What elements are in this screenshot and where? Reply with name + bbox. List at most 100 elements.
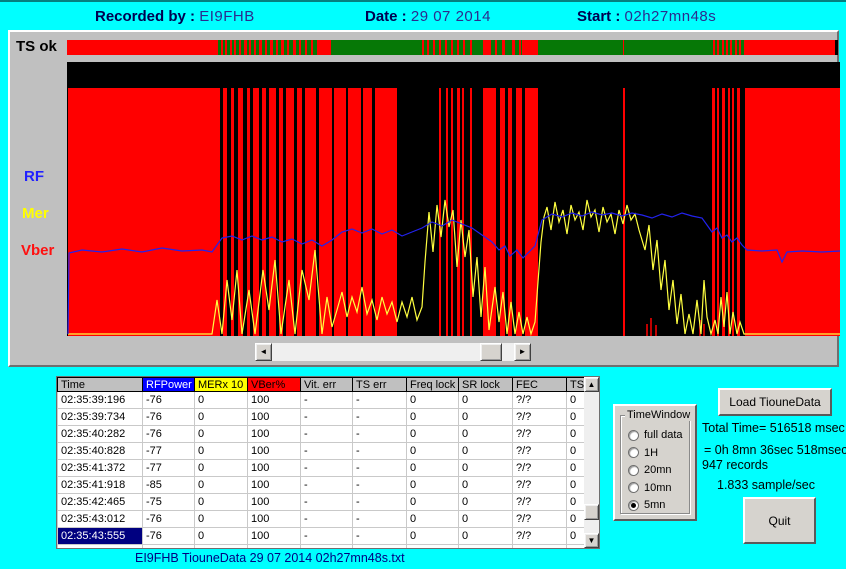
- column-header-sr-lock[interactable]: SR lock: [459, 378, 513, 392]
- table-cell[interactable]: 0: [407, 460, 459, 477]
- vertical-scroll-thumb[interactable]: [584, 504, 599, 520]
- table-cell[interactable]: 0: [407, 392, 459, 409]
- table-cell[interactable]: 0: [459, 409, 513, 426]
- table-cell[interactable]: -: [353, 443, 407, 460]
- table-cell[interactable]: 0: [407, 528, 459, 545]
- table-cell[interactable]: -85: [143, 477, 195, 494]
- table-cell[interactable]: -: [301, 477, 353, 494]
- table-cell[interactable]: -: [353, 511, 407, 528]
- table-cell[interactable]: -: [301, 460, 353, 477]
- table-cell[interactable]: -: [301, 392, 353, 409]
- table-cell[interactable]: -: [353, 494, 407, 511]
- radio-option-5mn[interactable]: 5mn: [628, 498, 665, 512]
- table-cell[interactable]: 0: [407, 426, 459, 443]
- table-cell[interactable]: -: [301, 409, 353, 426]
- table-cell[interactable]: 0: [459, 460, 513, 477]
- table-cell[interactable]: 0: [459, 443, 513, 460]
- radio-button-icon[interactable]: [628, 430, 639, 441]
- table-cell[interactable]: 0: [195, 511, 248, 528]
- table-cell[interactable]: -: [301, 528, 353, 545]
- table-cell[interactable]: -: [353, 477, 407, 494]
- table-cell[interactable]: 02:35:39:734: [58, 409, 143, 426]
- table-cell[interactable]: -76: [143, 511, 195, 528]
- table-cell[interactable]: -76: [143, 528, 195, 545]
- table-cell[interactable]: 0: [407, 511, 459, 528]
- table-cell[interactable]: 0: [459, 528, 513, 545]
- load-tiounedata-button[interactable]: Load TiouneData: [718, 388, 832, 416]
- table-cell[interactable]: -: [353, 460, 407, 477]
- column-header-rfpower[interactable]: RFPower: [143, 378, 195, 392]
- radio-button-icon[interactable]: [628, 447, 639, 458]
- table-cell[interactable]: -76: [143, 409, 195, 426]
- table-cell[interactable]: 02:35:43:555: [58, 528, 143, 545]
- column-header-vit-err[interactable]: Vit. err: [301, 378, 353, 392]
- table-cell[interactable]: 0: [407, 409, 459, 426]
- table-cell[interactable]: 02:35:39:196: [58, 392, 143, 409]
- quit-button[interactable]: Quit: [743, 497, 816, 544]
- table-cell[interactable]: 100: [248, 494, 301, 511]
- radio-option-1h[interactable]: 1H: [628, 446, 658, 460]
- scroll-down-button[interactable]: ▼: [584, 533, 599, 548]
- table-cell[interactable]: -: [353, 528, 407, 545]
- table-cell[interactable]: 0: [195, 392, 248, 409]
- table-cell[interactable]: 02:35:41:918: [58, 477, 143, 494]
- radio-option-full-data[interactable]: full data: [628, 428, 683, 442]
- table-cell[interactable]: -: [353, 409, 407, 426]
- radio-button-icon[interactable]: [628, 482, 639, 493]
- chart-horizontal-scrollbar[interactable]: ◄ ►: [255, 343, 531, 361]
- radio-button-icon[interactable]: [628, 500, 639, 511]
- table-cell[interactable]: -: [353, 426, 407, 443]
- column-header-fec[interactable]: FEC: [513, 378, 567, 392]
- table-cell[interactable]: 0: [195, 528, 248, 545]
- table-cell[interactable]: ?/?: [513, 443, 567, 460]
- table-cell[interactable]: 0: [195, 460, 248, 477]
- table-cell[interactable]: 02:35:42:465: [58, 494, 143, 511]
- table-cell[interactable]: ?/?: [513, 426, 567, 443]
- table-cell[interactable]: 100: [248, 477, 301, 494]
- radio-option-10mn[interactable]: 10mn: [628, 481, 672, 495]
- table-cell[interactable]: 100: [248, 511, 301, 528]
- table-cell[interactable]: -: [301, 494, 353, 511]
- column-header-merx-10[interactable]: MERx 10: [195, 378, 248, 392]
- table-cell[interactable]: 0: [459, 511, 513, 528]
- table-cell[interactable]: -77: [143, 443, 195, 460]
- radio-button-icon[interactable]: [628, 465, 639, 476]
- table-cell[interactable]: 100: [248, 426, 301, 443]
- table-cell[interactable]: 0: [459, 477, 513, 494]
- table-cell[interactable]: 0: [407, 494, 459, 511]
- table-cell[interactable]: -76: [143, 392, 195, 409]
- table-cell[interactable]: 0: [195, 494, 248, 511]
- table-cell[interactable]: 100: [248, 460, 301, 477]
- table-cell[interactable]: -77: [143, 460, 195, 477]
- table-cell[interactable]: 02:35:40:828: [58, 443, 143, 460]
- table-cell[interactable]: 0: [459, 426, 513, 443]
- horizontal-scroll-thumb[interactable]: [480, 343, 502, 361]
- table-cell[interactable]: 0: [195, 409, 248, 426]
- table-cell[interactable]: 100: [248, 392, 301, 409]
- table-cell[interactable]: -: [301, 443, 353, 460]
- table-cell[interactable]: -75: [143, 494, 195, 511]
- table-cell[interactable]: 0: [195, 443, 248, 460]
- table-cell[interactable]: 0: [407, 443, 459, 460]
- radio-option-20mn[interactable]: 20mn: [628, 463, 672, 477]
- table-cell[interactable]: -: [301, 511, 353, 528]
- table-cell[interactable]: 0: [459, 392, 513, 409]
- table-cell[interactable]: 02:35:43:012: [58, 511, 143, 528]
- table-vertical-scrollbar[interactable]: ▲ ▼: [584, 377, 599, 548]
- table-cell[interactable]: ?/?: [513, 392, 567, 409]
- table-cell[interactable]: 100: [248, 528, 301, 545]
- table-cell[interactable]: -: [301, 426, 353, 443]
- table-cell[interactable]: 100: [248, 409, 301, 426]
- table-cell[interactable]: ?/?: [513, 511, 567, 528]
- table-cell[interactable]: 0: [195, 426, 248, 443]
- table-cell[interactable]: -: [353, 392, 407, 409]
- table-cell[interactable]: 02:35:40:282: [58, 426, 143, 443]
- scroll-right-button[interactable]: ►: [514, 343, 531, 361]
- scroll-up-button[interactable]: ▲: [584, 377, 599, 392]
- table-cell[interactable]: ?/?: [513, 528, 567, 545]
- column-header-vber-[interactable]: VBer%: [248, 378, 301, 392]
- table-cell[interactable]: ?/?: [513, 409, 567, 426]
- scroll-left-button[interactable]: ◄: [255, 343, 272, 361]
- column-header-time[interactable]: Time: [58, 378, 143, 392]
- table-cell[interactable]: 0: [195, 477, 248, 494]
